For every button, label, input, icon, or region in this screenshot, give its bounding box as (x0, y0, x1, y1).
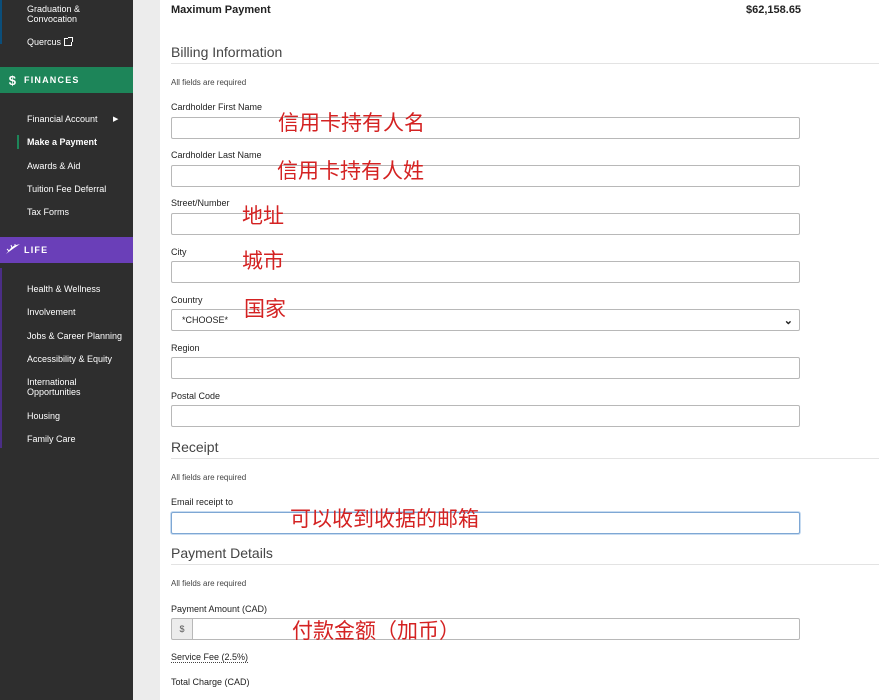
sidebar-item-family-care[interactable]: Family Care (27, 434, 131, 444)
sidebar-group-marker (0, 0, 2, 44)
divider (171, 458, 879, 459)
sidebar-item-health-wellness[interactable]: Health & Wellness (27, 284, 131, 294)
max-payment-label: Maximum Payment (171, 4, 271, 16)
postal-code-field[interactable] (171, 405, 800, 427)
annotation-country: 国家 (244, 297, 286, 321)
annotation-email: 可以收到收据的邮箱 (290, 507, 479, 531)
section-header-life[interactable]: LIFE (0, 237, 133, 263)
street-label: Street/Number (171, 198, 230, 208)
city-label: City (171, 247, 187, 257)
sidebar-item-quercus[interactable]: Quercus (27, 37, 131, 47)
required-note: All fields are required (171, 78, 247, 87)
currency-prefix: $ (171, 618, 193, 640)
last-name-label: Cardholder Last Name (171, 150, 262, 160)
required-note: All fields are required (171, 473, 247, 482)
country-label: Country (171, 295, 203, 305)
region-label: Region (171, 343, 200, 353)
annotation-amount: 付款金额（加币） (292, 619, 460, 643)
divider (171, 564, 879, 565)
service-fee-label[interactable]: Service Fee (2.5%) (171, 652, 249, 663)
total-charge-label: Total Charge (CAD) (171, 677, 250, 687)
payment-amount-label: Payment Amount (CAD) (171, 604, 268, 614)
billing-section-title: Billing Information (171, 44, 283, 60)
leaf-icon (2, 243, 24, 258)
divider (171, 63, 879, 64)
sidebar: Graduation & Convocation Quercus $ FINAN… (0, 0, 133, 700)
sidebar-item-label: Quercus (27, 37, 62, 47)
external-link-icon (64, 37, 74, 46)
receipt-section-title: Receipt (171, 439, 219, 455)
region-field[interactable] (171, 357, 800, 379)
annotation-street: 地址 (242, 204, 284, 228)
max-payment-value: $62,158.65 (746, 4, 802, 16)
section-title: LIFE (24, 245, 49, 255)
section-title: FINANCES (24, 75, 80, 85)
sidebar-item-graduation[interactable]: Graduation & Convocation (27, 4, 131, 24)
sidebar-item-awards-aid[interactable]: Awards & Aid (27, 161, 131, 171)
sidebar-group-marker (0, 268, 2, 448)
sidebar-item-make-a-payment[interactable]: Make a Payment (27, 137, 131, 147)
payment-form: Maximum Payment $62,158.65 Billing Infor… (160, 0, 879, 700)
first-name-label: Cardholder First Name (171, 102, 263, 112)
email-label: Email receipt to (171, 497, 234, 507)
annotation-city: 城市 (242, 249, 284, 273)
required-note: All fields are required (171, 579, 247, 588)
chevron-down-icon: ⌄ (783, 314, 793, 327)
last-name-field[interactable] (171, 165, 800, 187)
sidebar-item-international-opportunities[interactable]: International Opportunities (27, 377, 131, 397)
postal-code-label: Postal Code (171, 391, 221, 401)
annotation-last-name: 信用卡持有人姓 (277, 159, 424, 183)
page-gutter (133, 0, 160, 700)
payment-amount-field[interactable] (192, 618, 800, 640)
sidebar-item-involvement[interactable]: Involvement (27, 307, 131, 317)
annotation-first-name: 信用卡持有人名 (278, 111, 425, 135)
sidebar-item-tax-forms[interactable]: Tax Forms (27, 207, 131, 217)
sidebar-item-jobs-career[interactable]: Jobs & Career Planning (27, 331, 131, 341)
first-name-field[interactable] (171, 117, 800, 139)
country-select-value: *CHOOSE* (182, 315, 229, 325)
email-field[interactable] (171, 512, 800, 534)
payment-section-title: Payment Details (171, 545, 273, 561)
caret-right-icon[interactable]: ▶ (113, 115, 118, 123)
dollar-icon: $ (8, 72, 18, 88)
sidebar-item-accessibility-equity[interactable]: Accessibility & Equity (27, 354, 131, 364)
section-header-finances[interactable]: $ FINANCES (0, 67, 133, 93)
sidebar-item-housing[interactable]: Housing (27, 411, 131, 421)
sidebar-item-tuition-fee-deferral[interactable]: Tuition Fee Deferral (27, 184, 131, 194)
active-indicator (17, 135, 19, 149)
